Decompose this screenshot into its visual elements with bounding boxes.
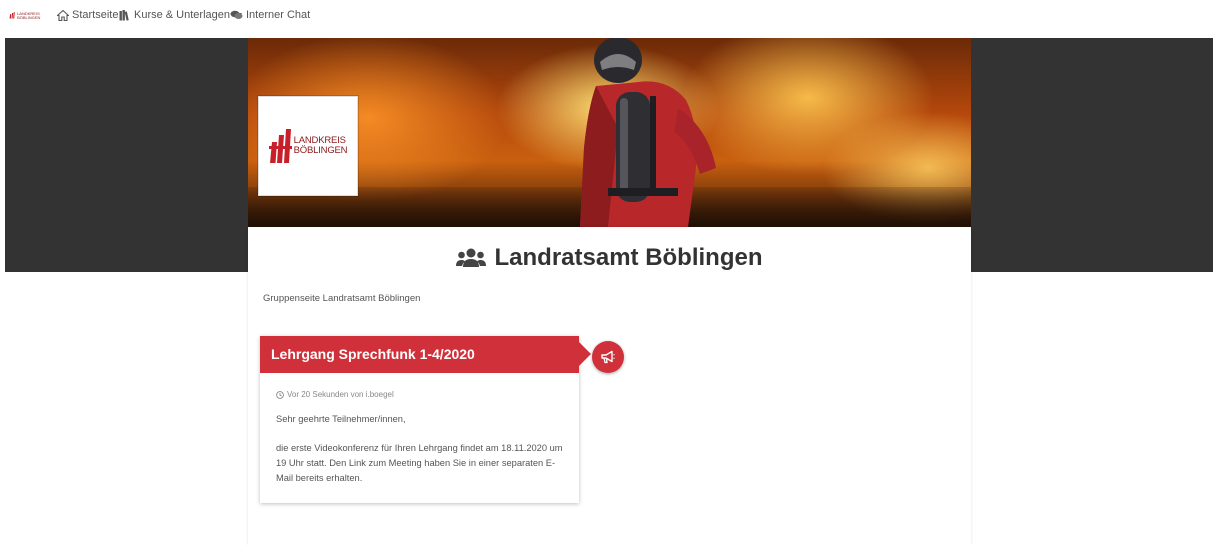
page-title: Landratsamt Böblingen: [248, 244, 971, 272]
logo-figures-icon: [268, 129, 292, 163]
logo-figures-icon: [9, 12, 15, 19]
logo-line-2: BÖBLINGEN: [293, 145, 348, 156]
chat-icon: [230, 10, 243, 19]
hero-banner-image: LANDKREIS BÖBLINGEN: [248, 38, 971, 227]
post-card: Lehrgang Sprechfunk 1-4/2020 Vor 20 Seku…: [260, 336, 591, 503]
users-icon: [456, 248, 487, 267]
clock-icon: [276, 390, 284, 399]
nav-item-chat[interactable]: Interner Chat: [230, 9, 310, 21]
nav-item-kurse[interactable]: Kurse & Unterlagen: [119, 9, 242, 21]
nav-item-label: Startseite: [72, 9, 119, 21]
page-title-text: Landratsamt Böblingen: [494, 244, 763, 271]
hero-logo: LANDKREIS BÖBLINGEN: [258, 96, 358, 196]
nav-item-label: Kurse & Unterlagen: [134, 9, 230, 21]
post-body: Sehr geehrte Teilnehmer/innen, die erste…: [276, 412, 568, 500]
megaphone-icon: [601, 350, 615, 364]
post-meta: Vor 20 Sekunden von i.boegel: [276, 390, 394, 399]
post-title[interactable]: Lehrgang Sprechfunk 1-4/2020: [260, 336, 591, 373]
nav-item-label: Interner Chat: [246, 9, 311, 21]
main-content: Landratsamt Böblingen Gruppenseite Landr…: [248, 227, 971, 545]
home-icon: [57, 9, 69, 21]
page-subtitle: Gruppenseite Landratsamt Böblingen: [263, 293, 421, 304]
books-icon: [119, 9, 129, 21]
top-navbar: LANDKREIS BÖBLINGEN Startseite Kurse & U…: [0, 0, 1213, 34]
firefighter-illustration: [580, 38, 716, 227]
announcement-badge[interactable]: [592, 341, 624, 373]
post-greeting: Sehr geehrte Teilnehmer/innen,: [276, 414, 406, 424]
nav-logo[interactable]: LANDKREIS BÖBLINGEN: [9, 9, 43, 22]
post-text: die erste Videokonferenz für Ihren Lehrg…: [276, 443, 563, 483]
nav-item-startseite[interactable]: Startseite: [57, 9, 118, 21]
post-meta-text: Vor 20 Sekunden von i.boegel: [287, 390, 394, 399]
nav-logo-text: LANDKREIS BÖBLINGEN: [17, 10, 41, 20]
